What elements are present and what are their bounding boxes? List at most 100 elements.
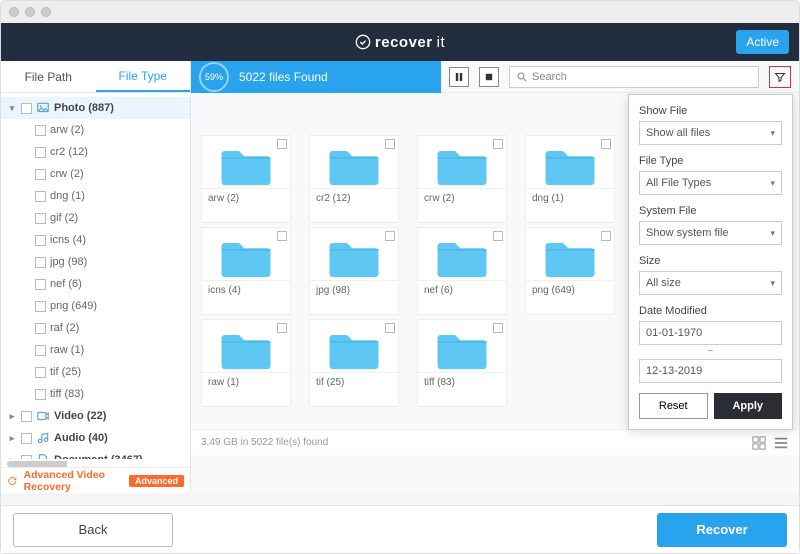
search-icon <box>516 71 528 83</box>
tree-item[interactable]: tif (25) <box>1 361 190 383</box>
folder-item[interactable]: crw (2) <box>417 135 507 223</box>
filter-button[interactable] <box>769 66 791 88</box>
active-button[interactable]: Active <box>736 30 789 54</box>
checkbox[interactable] <box>35 169 46 180</box>
pause-button[interactable] <box>449 67 469 87</box>
checkbox[interactable] <box>601 139 611 149</box>
checkbox[interactable] <box>35 257 46 268</box>
tree-item[interactable]: cr2 (12) <box>1 141 190 163</box>
checkbox[interactable] <box>21 411 32 422</box>
folder-item[interactable]: arw (2) <box>201 135 291 223</box>
folder-icon <box>218 144 274 188</box>
traffic-light-min[interactable] <box>25 7 35 17</box>
tree-category[interactable]: ▸ Document (3467) <box>1 449 190 459</box>
tree-item[interactable]: tiff (83) <box>1 383 190 405</box>
tree-item[interactable]: dng (1) <box>1 185 190 207</box>
search-input[interactable]: Search <box>509 66 759 88</box>
tree-label: crw (2) <box>50 168 84 180</box>
tree-category[interactable]: ▸ Video (22) <box>1 405 190 427</box>
sidebar: File Path File Type ▾ Photo (887) arw (2… <box>1 61 191 493</box>
view-list-button[interactable] <box>773 435 789 451</box>
content-area: 59% 5022 files Found Reading Sectors: 85… <box>191 61 799 493</box>
brand-icon <box>355 34 371 50</box>
folder-item[interactable]: tif (25) <box>309 319 399 407</box>
filter-system-file-select[interactable]: Show system file <box>639 221 782 245</box>
traffic-light-max[interactable] <box>41 7 51 17</box>
checkbox[interactable] <box>21 455 32 460</box>
checkbox[interactable] <box>35 345 46 356</box>
checkbox[interactable] <box>493 231 503 241</box>
filter-show-file-select[interactable]: Show all files <box>639 121 782 145</box>
tree-category[interactable]: ▸ Audio (40) <box>1 427 190 449</box>
doc-icon <box>36 453 50 459</box>
checkbox[interactable] <box>385 139 395 149</box>
checkbox[interactable] <box>35 213 46 224</box>
filter-date-from[interactable] <box>639 321 782 345</box>
tab-file-path[interactable]: File Path <box>1 61 96 92</box>
app-header: recoverit Active <box>1 23 799 61</box>
checkbox[interactable] <box>21 433 32 444</box>
checkbox[interactable] <box>35 125 46 136</box>
folder-name: tif (25) <box>310 372 398 392</box>
checkbox[interactable] <box>277 139 287 149</box>
tab-file-type[interactable]: File Type <box>96 61 191 92</box>
folder-item[interactable]: tiff (83) <box>417 319 507 407</box>
stop-button[interactable] <box>479 67 499 87</box>
folder-item[interactable]: icns (4) <box>201 227 291 315</box>
tree-item[interactable]: arw (2) <box>1 119 190 141</box>
tree-item[interactable]: png (649) <box>1 295 190 317</box>
view-grid-button[interactable] <box>751 435 767 451</box>
scan-percentage: 59% <box>199 62 229 92</box>
tree-item[interactable]: crw (2) <box>1 163 190 185</box>
image-icon <box>36 101 50 115</box>
tree-item[interactable]: raf (2) <box>1 317 190 339</box>
filter-file-type-label: File Type <box>639 155 782 167</box>
checkbox[interactable] <box>601 231 611 241</box>
filter-size-label: Size <box>639 255 782 267</box>
filter-size-select[interactable]: All size <box>639 271 782 295</box>
checkbox[interactable] <box>35 191 46 202</box>
checkbox[interactable] <box>35 235 46 246</box>
tree-item[interactable]: gif (2) <box>1 207 190 229</box>
recover-button[interactable]: Recover <box>657 513 787 547</box>
caret-icon: ▸ <box>7 411 17 422</box>
tree-label: Photo (887) <box>54 102 114 114</box>
folder-item[interactable]: png (649) <box>525 227 615 315</box>
checkbox[interactable] <box>385 323 395 333</box>
advanced-video-recovery-link[interactable]: Advanced Video Recovery Advanced <box>1 467 190 493</box>
checkbox[interactable] <box>35 279 46 290</box>
checkbox[interactable] <box>277 231 287 241</box>
folder-item[interactable]: jpg (98) <box>309 227 399 315</box>
category-tree[interactable]: ▾ Photo (887) arw (2) cr2 (12) crw (2) d… <box>1 93 190 459</box>
folder-item[interactable]: nef (6) <box>417 227 507 315</box>
tree-item[interactable]: nef (6) <box>1 273 190 295</box>
status-text: 3.49 GB in 5022 file(s) found <box>201 437 328 448</box>
tree-item[interactable]: icns (4) <box>1 229 190 251</box>
folder-item[interactable]: raw (1) <box>201 319 291 407</box>
checkbox[interactable] <box>35 367 46 378</box>
back-button[interactable]: Back <box>13 513 173 547</box>
folder-icon <box>218 236 274 280</box>
tree-label: tiff (83) <box>50 388 84 400</box>
filter-date-to[interactable] <box>639 359 782 383</box>
checkbox[interactable] <box>35 323 46 334</box>
brand-logo: recoverit <box>355 34 445 51</box>
checkbox[interactable] <box>21 103 32 114</box>
filter-apply-button[interactable]: Apply <box>714 393 783 419</box>
checkbox[interactable] <box>35 301 46 312</box>
checkbox[interactable] <box>493 323 503 333</box>
checkbox[interactable] <box>35 389 46 400</box>
filter-file-type-select[interactable]: All File Types <box>639 171 782 195</box>
tree-item[interactable]: raw (1) <box>1 339 190 361</box>
checkbox[interactable] <box>493 139 503 149</box>
checkbox[interactable] <box>385 231 395 241</box>
filter-reset-button[interactable]: Reset <box>639 393 708 419</box>
tree-label: png (649) <box>50 300 97 312</box>
tree-category[interactable]: ▾ Photo (887) <box>1 97 190 119</box>
checkbox[interactable] <box>277 323 287 333</box>
folder-item[interactable]: cr2 (12) <box>309 135 399 223</box>
tree-item[interactable]: jpg (98) <box>1 251 190 273</box>
traffic-light-close[interactable] <box>9 7 19 17</box>
folder-item[interactable]: dng (1) <box>525 135 615 223</box>
checkbox[interactable] <box>35 147 46 158</box>
